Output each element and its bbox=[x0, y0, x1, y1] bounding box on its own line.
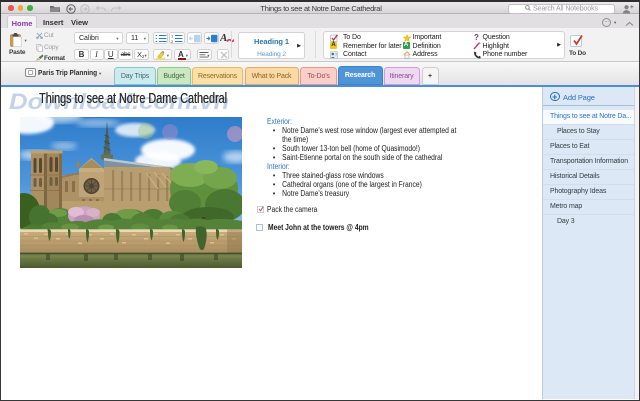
svg-text:1: 1 bbox=[171, 34, 174, 38]
svg-text:2: 2 bbox=[171, 39, 174, 43]
svg-text:A: A bbox=[220, 32, 227, 44]
